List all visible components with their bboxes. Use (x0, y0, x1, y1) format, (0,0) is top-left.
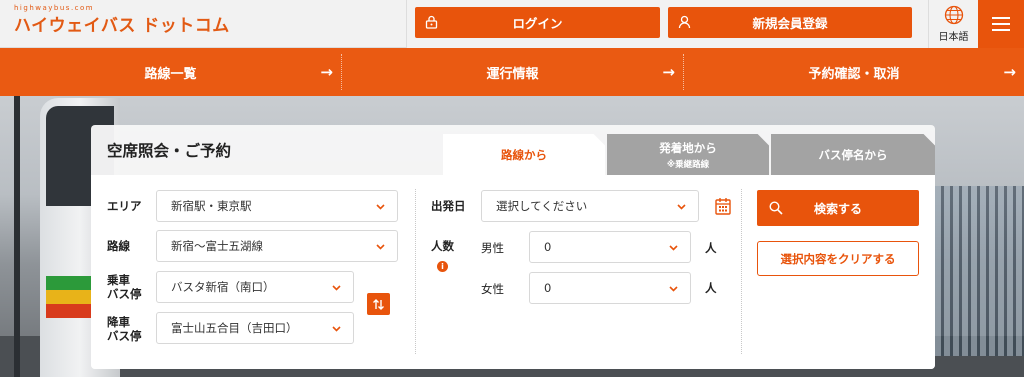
board-stop-value: バスタ新宿（南口） (171, 280, 275, 294)
alight-label-line1: 降車 (107, 315, 130, 329)
date-placeholder: 選択してください (496, 199, 588, 213)
search-panel: 空席照会・ご予約 路線から 発着地から ※乗継路線 バス停名から エリア 新宿駅… (91, 125, 935, 369)
alight-stop-label: 降車 バス停 (107, 315, 142, 343)
pole (14, 96, 20, 377)
chevron-down-icon (376, 204, 385, 210)
route-label: 路線 (107, 239, 130, 253)
chevron-down-icon (332, 285, 341, 291)
date-select[interactable]: 選択してください (481, 190, 699, 222)
board-stop-select[interactable]: バスタ新宿（南口） (156, 271, 354, 303)
female-count-select[interactable]: 0 (529, 272, 691, 304)
alight-stop-select[interactable]: 富士山五合目（吉田口） (156, 312, 354, 344)
swap-stops-button[interactable] (367, 293, 390, 315)
swap-icon (373, 298, 384, 310)
main-nav: 路線一覧 → 運行情報 → 予約確認・取消 → (0, 48, 1024, 96)
alight-label-line2: バス停 (107, 329, 142, 343)
user-icon (678, 15, 691, 29)
tab-label: 発着地から (659, 140, 717, 155)
register-label: 新規会員登録 (752, 16, 828, 31)
arrow-right-icon: → (320, 63, 333, 81)
passengers-label: 人数 (431, 239, 454, 253)
area-value: 新宿駅・東京駅 (171, 199, 252, 213)
panel-title: 空席照会・ご予約 (107, 142, 232, 160)
search-label: 検索する (813, 201, 862, 216)
tab-by-bus-stop[interactable]: バス停名から (771, 134, 935, 175)
alight-stop-value: 富士山五合目（吉田口） (171, 321, 298, 335)
nav-item-service-info[interactable]: 運行情報 → (342, 48, 683, 96)
area-select[interactable]: 新宿駅・東京駅 (156, 190, 398, 222)
language-label: 日本語 (938, 32, 969, 43)
arrow-right-icon: → (662, 63, 675, 81)
female-label: 女性 (481, 282, 504, 296)
logo-text: ハイウェイバス ドットコム (14, 16, 230, 36)
tab-by-route[interactable]: 路線から (443, 134, 605, 175)
chevron-down-icon (332, 326, 341, 332)
info-icon[interactable]: i (437, 261, 448, 272)
female-unit: 人 (705, 281, 717, 295)
login-button[interactable]: ログイン (415, 7, 660, 38)
nav-item-routes[interactable]: 路線一覧 → (0, 48, 341, 96)
column-divider (415, 189, 416, 354)
globe-icon (944, 5, 963, 25)
nav-item-reservation-check[interactable]: 予約確認・取消 → (684, 48, 1024, 96)
arrow-right-icon: → (1003, 63, 1016, 81)
tab-label: バス停名から (818, 147, 888, 162)
tab-label: 路線から (501, 147, 547, 162)
site-header: highwaybus.com ハイウェイバス ドットコム ログイン 新規会員登録… (0, 0, 1024, 48)
nav-item-label: 路線一覧 (144, 66, 197, 82)
lock-icon (425, 15, 438, 29)
female-count-value: 0 (544, 281, 552, 295)
clear-selection-button[interactable]: 選択内容をクリアする (757, 241, 919, 276)
route-select[interactable]: 新宿～富士五湖線 (156, 230, 398, 262)
tab-sublabel: ※乗継路線 (666, 159, 710, 170)
calendar-icon[interactable] (715, 197, 731, 215)
clear-label: 選択内容をクリアする (780, 251, 896, 266)
hamburger-icon (992, 17, 1010, 31)
date-label: 出発日 (431, 199, 466, 213)
board-stop-label: 乗車 バス停 (107, 273, 142, 301)
male-count-value: 0 (544, 240, 552, 254)
male-unit: 人 (705, 241, 717, 255)
chevron-down-icon (669, 286, 678, 292)
login-label: ログイン (512, 16, 563, 31)
board-label-line2: バス停 (107, 287, 142, 301)
guard-rail (932, 186, 1024, 356)
area-label: エリア (107, 199, 142, 213)
male-count-select[interactable]: 0 (529, 231, 691, 263)
register-button[interactable]: 新規会員登録 (668, 7, 912, 38)
male-label: 男性 (481, 241, 504, 255)
chevron-down-icon (376, 244, 385, 250)
nav-item-label: 運行情報 (486, 66, 539, 82)
column-divider (741, 189, 742, 354)
route-value: 新宿～富士五湖線 (171, 239, 263, 253)
language-selector[interactable]: 日本語 (928, 0, 978, 48)
search-button[interactable]: 検索する (757, 190, 919, 226)
chevron-down-icon (669, 245, 678, 251)
menu-button[interactable] (978, 0, 1024, 48)
search-icon (769, 201, 783, 215)
board-label-line1: 乗車 (107, 273, 130, 287)
nav-item-label: 予約確認・取消 (808, 66, 900, 82)
site-logo[interactable]: highwaybus.com ハイウェイバス ドットコム (14, 4, 230, 36)
tab-by-place[interactable]: 発着地から ※乗継路線 (607, 134, 769, 175)
chevron-down-icon (677, 204, 686, 210)
